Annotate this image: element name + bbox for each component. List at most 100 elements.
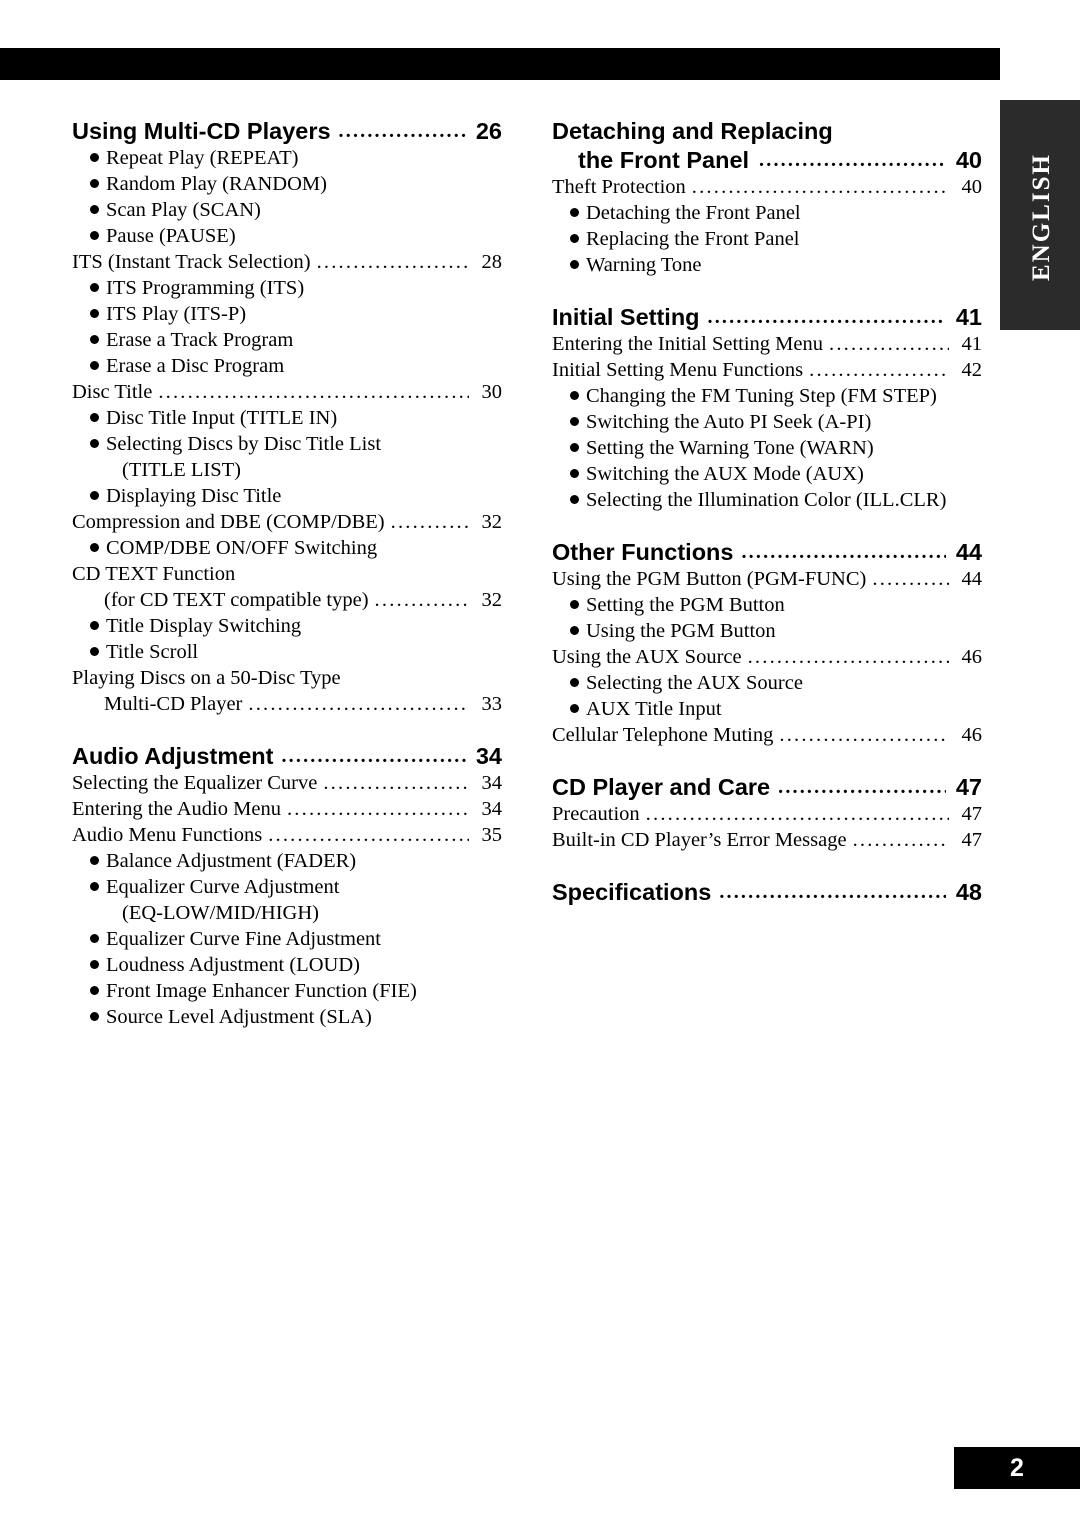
toc-entry: Source Level Adjustment (SLA) (72, 1005, 502, 1030)
toc-entry-page: 34 (481, 798, 503, 820)
toc-entry: Scan Play (SCAN) (72, 198, 502, 223)
bullet-icon (570, 234, 579, 243)
bullet-icon (90, 179, 99, 188)
bullet-icon (90, 335, 99, 344)
toc-entry-label: Balance Adjustment (FADER) (106, 850, 357, 872)
leader-dots: ........................................… (390, 511, 469, 533)
toc-right-column: Detaching and Replacing the Front Panel..… (552, 118, 982, 906)
toc-entry-label: Source Level Adjustment (SLA) (106, 1006, 372, 1028)
bullet-icon (90, 543, 99, 552)
toc-entry: (EQ-LOW/MID/HIGH) (72, 901, 502, 926)
header-black-bar (0, 48, 1000, 80)
leader-dots: ........................................… (323, 772, 469, 794)
toc-entry-page: 46 (961, 724, 983, 746)
toc-entry-label: Precaution (552, 803, 640, 825)
toc-entry-label: Pause (PAUSE) (106, 225, 236, 247)
bullet-icon (570, 391, 579, 400)
bullet-icon (90, 439, 99, 448)
bullet-icon (90, 309, 99, 318)
toc-entry: Title Scroll (72, 640, 502, 665)
section-heading-page: 44 (955, 539, 982, 565)
toc-entry-page: 32 (481, 511, 503, 533)
toc-entry: (TITLE LIST) (72, 458, 502, 483)
toc-entry-label: ITS Play (ITS-P) (106, 303, 247, 325)
leader-dots: ........................................… (268, 824, 469, 846)
toc-entry-label: Disc Title (72, 381, 153, 403)
bullet-icon (570, 260, 579, 269)
section-heading-title: CD Player and Care (552, 774, 771, 800)
bullet-icon (570, 626, 579, 635)
toc-entry: Audio Menu Functions....................… (72, 823, 502, 848)
bullet-icon (570, 495, 579, 504)
toc-entry-label: Theft Protection (552, 176, 686, 198)
toc-entry-page: 46 (961, 646, 983, 668)
toc-entry: Erase a Track Program (72, 328, 502, 353)
leader-dots: ........................................… (691, 176, 949, 198)
section-heading: Detaching and Replacing (552, 118, 982, 145)
toc-entry: Selecting the Equalizer Curve...........… (72, 771, 502, 796)
toc-entry: Multi-CD Player.........................… (72, 692, 502, 717)
toc-entry: Disc Title Input (TITLE IN) (72, 406, 502, 431)
bullet-icon (570, 600, 579, 609)
section-heading-page: 48 (955, 879, 982, 905)
toc-entry-label: Warning Tone (586, 254, 702, 276)
bullet-icon (90, 621, 99, 630)
bullet-icon (570, 678, 579, 687)
section-heading-title: Initial Setting (552, 304, 700, 330)
toc-entry-label: Compression and DBE (COMP/DBE) (72, 511, 385, 533)
toc-entry-label: AUX Title Input (586, 698, 722, 720)
toc-entry: Loudness Adjustment (LOUD) (72, 953, 502, 978)
section-heading-title: Audio Adjustment (72, 743, 274, 769)
leader-dots: ........................................… (374, 589, 469, 611)
toc-entry: ITS Play (ITS-P) (72, 302, 502, 327)
toc-entry: Setting the Warning Tone (WARN) (552, 436, 982, 461)
toc-entry-label: Audio Menu Functions (72, 824, 263, 846)
section-heading-page: 26 (475, 118, 502, 144)
toc-entry-label: Detaching the Front Panel (586, 202, 801, 224)
section-heading: Audio Adjustment........................… (72, 743, 502, 770)
toc-entry: Changing the FM Tuning Step (FM STEP) (552, 384, 982, 409)
toc-entry: Setting the PGM Button (552, 593, 982, 618)
toc-entry: Selecting the AUX Source (552, 671, 982, 696)
toc-entry-label: Using the PGM Button (586, 620, 776, 642)
toc-entry-label: Playing Discs on a 50-Disc Type (72, 667, 341, 689)
section-heading-continuation: the Front Panel.........................… (552, 147, 982, 174)
bullet-icon (90, 986, 99, 995)
toc-entry: Precaution..............................… (552, 802, 982, 827)
toc-entry-page: 34 (481, 772, 503, 794)
toc-entry: COMP/DBE ON/OFF Switching (72, 536, 502, 561)
toc-entry-label: Using the AUX Source (552, 646, 742, 668)
toc-entry: Entering the Initial Setting Menu.......… (552, 332, 982, 357)
bullet-icon (570, 417, 579, 426)
leader-dots: ........................................… (809, 359, 949, 381)
leader-dots: ........................................… (316, 251, 469, 273)
toc-entry-page: 32 (481, 589, 503, 611)
leader-dots: ........................................… (741, 541, 946, 563)
toc-entry: Title Display Switching (72, 614, 502, 639)
page-number: 2 (954, 1447, 1080, 1489)
toc-entry-label: (TITLE LIST) (122, 459, 241, 481)
bullet-icon (90, 205, 99, 214)
toc-entry-label: Repeat Play (REPEAT) (106, 147, 299, 169)
section-heading-title: Using Multi-CD Players (72, 118, 331, 144)
leader-dots: ........................................… (779, 724, 949, 746)
section-heading-page: 41 (955, 304, 982, 330)
toc-entry-page: 33 (481, 693, 503, 715)
bullet-icon (90, 856, 99, 865)
toc-entry-page: 47 (961, 803, 983, 825)
toc-entry-label: Switching the Auto PI Seek (A-PI) (586, 411, 872, 433)
leader-dots: ........................................… (248, 693, 469, 715)
toc-entry-label: Entering the Initial Setting Menu (552, 333, 824, 355)
toc-entry: Using the PGM Button (PGM-FUNC).........… (552, 567, 982, 592)
section-heading-page: 34 (475, 743, 502, 769)
bullet-icon (90, 153, 99, 162)
toc-entry: Built-in CD Player’s Error Message......… (552, 828, 982, 853)
toc-entry-label: Setting the PGM Button (586, 594, 785, 616)
toc-entry-page: 28 (481, 251, 503, 273)
section-heading: Initial Setting.........................… (552, 304, 982, 331)
toc-entry: AUX Title Input (552, 697, 982, 722)
toc-entry-label: Front Image Enhancer Function (FIE) (106, 980, 417, 1002)
bullet-icon (90, 934, 99, 943)
bullet-icon (570, 469, 579, 478)
toc-entry-label: Selecting the Equalizer Curve (72, 772, 318, 794)
